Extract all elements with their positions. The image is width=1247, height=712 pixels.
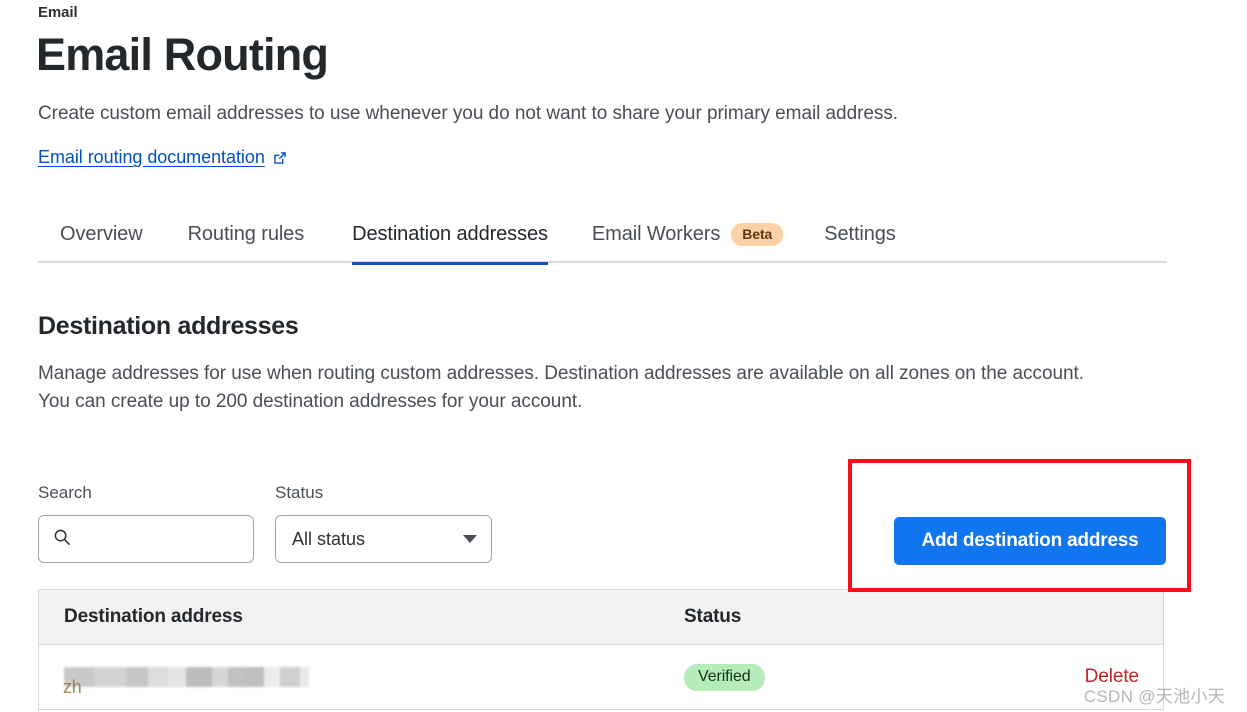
section-description-line-1: Manage addresses for use when routing cu… bbox=[38, 363, 1084, 384]
tab-bar: Overview Routing rules Destination addre… bbox=[38, 205, 1167, 265]
search-icon bbox=[53, 528, 71, 551]
beta-badge: Beta bbox=[731, 222, 784, 246]
documentation-link[interactable]: Email routing documentation bbox=[38, 147, 288, 168]
email-routing-page: Email Email Routing Create custom email … bbox=[0, 0, 1247, 712]
tab-email-workers[interactable]: Email Workers Beta bbox=[591, 205, 784, 263]
documentation-link-label[interactable]: Email routing documentation bbox=[38, 147, 265, 168]
destination-addresses-table: Destination address Status zh Verified D… bbox=[38, 589, 1164, 710]
page-title: Email Routing bbox=[36, 29, 329, 80]
search-input-wrapper[interactable] bbox=[38, 515, 254, 563]
tab-email-workers-label: Email Workers bbox=[591, 222, 721, 245]
tab-settings[interactable]: Settings bbox=[824, 205, 896, 263]
tab-routing-rules[interactable]: Routing rules bbox=[188, 205, 305, 263]
tab-destination-addresses-label: Destination addresses bbox=[352, 222, 548, 245]
chevron-down-icon bbox=[463, 535, 477, 543]
status-badge: Verified bbox=[684, 663, 765, 691]
status-label: Status bbox=[275, 483, 324, 502]
redacted-email-address bbox=[64, 667, 309, 687]
tab-overview-label: Overview bbox=[60, 222, 143, 245]
section-description-line-2: You can create up to 200 destination add… bbox=[38, 391, 583, 412]
watermark: CSDN @天池小天 bbox=[1083, 687, 1225, 706]
add-destination-address-button[interactable]: Add destination address bbox=[894, 517, 1166, 565]
cell-status: Verified bbox=[684, 663, 984, 691]
external-link-icon bbox=[272, 150, 288, 166]
status-filter-select[interactable]: All status bbox=[275, 515, 492, 563]
tab-settings-label: Settings bbox=[824, 222, 896, 245]
status-filter-value: All status bbox=[292, 528, 366, 549]
search-label: Search bbox=[38, 483, 92, 502]
page-description: Create custom email addresses to use whe… bbox=[38, 103, 899, 124]
cell-destination-address: zh bbox=[39, 645, 684, 709]
column-header-status: Status bbox=[684, 606, 742, 627]
column-header-destination-address: Destination address bbox=[64, 606, 243, 627]
section-description: Manage addresses for use when routing cu… bbox=[38, 360, 1148, 416]
search-input[interactable] bbox=[79, 529, 249, 549]
tab-overview[interactable]: Overview bbox=[60, 205, 143, 263]
tab-destination-addresses[interactable]: Destination addresses bbox=[352, 205, 548, 265]
tab-routing-rules-label: Routing rules bbox=[187, 222, 305, 245]
redacted-email-visible-prefix: zh bbox=[63, 677, 82, 697]
table-row: zh Verified Delete bbox=[39, 645, 1163, 709]
table-header-row: Destination address Status bbox=[39, 590, 1163, 645]
breadcrumb[interactable]: Email bbox=[38, 4, 78, 21]
section-title: Destination addresses bbox=[38, 312, 299, 340]
